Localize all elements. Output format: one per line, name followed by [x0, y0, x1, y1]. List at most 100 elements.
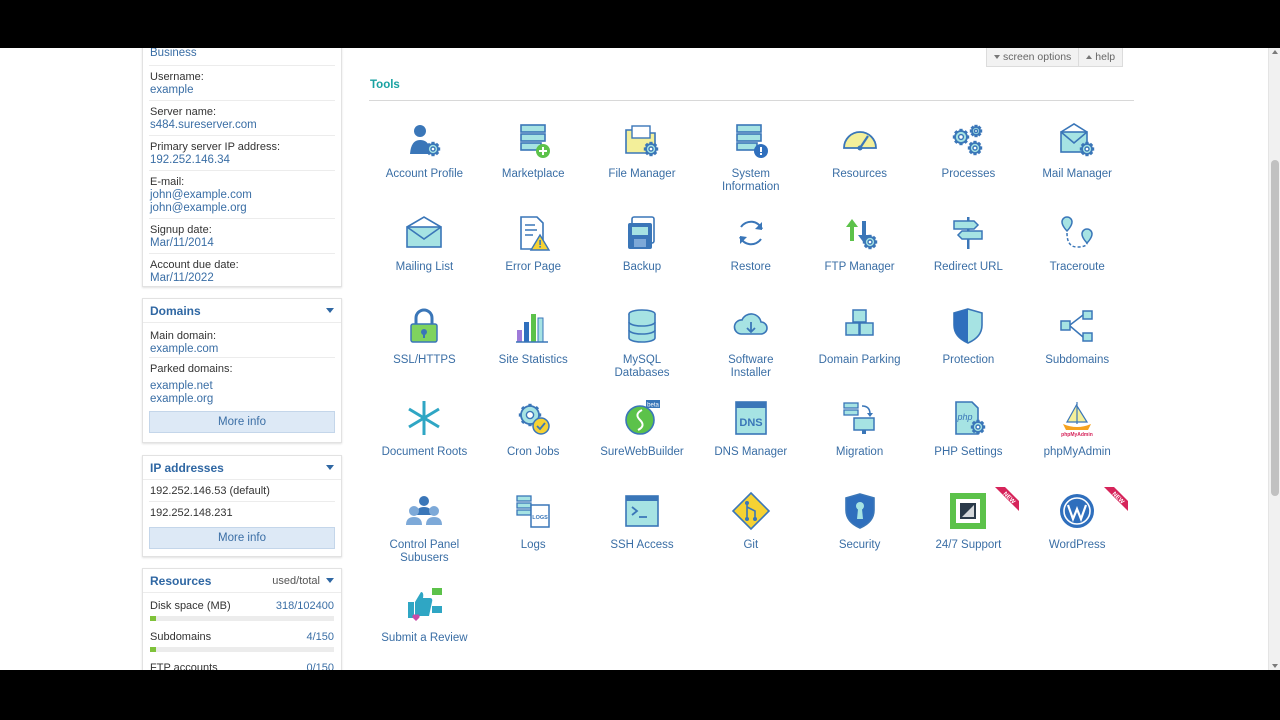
collapse-caret-icon[interactable]	[326, 578, 334, 583]
git-icon	[731, 491, 771, 531]
parked-domain-1: example.net	[150, 380, 213, 392]
tool-subdomains[interactable]: Subdomains	[1023, 306, 1132, 399]
primary-ip-value: 192.252.146.34	[150, 154, 230, 166]
mysql-database-icon	[622, 306, 662, 346]
tool-security[interactable]: Security	[805, 491, 914, 584]
tool-protection-shield[interactable]: Protection	[914, 306, 1023, 399]
tool-dns-manager[interactable]: DNS DNS Manager	[696, 398, 805, 491]
subusers-icon	[404, 491, 444, 531]
main-domain-field: Main domain: example.com	[143, 323, 341, 357]
tool-marketplace[interactable]: Marketplace	[479, 120, 588, 213]
tool-processes-gears[interactable]: Processes	[914, 120, 1023, 213]
tool-ssh-access[interactable]: SSH Access	[588, 491, 697, 584]
resource-row-subdomains: Subdomains 4/150	[143, 630, 341, 644]
collapse-caret-icon[interactable]	[326, 465, 334, 470]
resource-value: 318/102400	[275, 600, 334, 612]
main-domain-label: Main domain:	[150, 330, 217, 342]
tool-label: Redirect URL	[933, 260, 1003, 273]
tool-traceroute[interactable]: Traceroute	[1023, 213, 1132, 306]
tool-subusers[interactable]: Control Panel Subusers	[370, 491, 479, 584]
tool-label: Site Statistics	[498, 353, 568, 366]
ssh-access-icon	[622, 491, 662, 531]
email-value-2: john@example.org	[150, 202, 247, 214]
mailing-list-icon	[404, 213, 444, 253]
protection-shield-icon	[948, 306, 988, 346]
tool-label: phpMyAdmin	[1043, 446, 1111, 459]
tool-wordpress[interactable]: WordPress NEW	[1023, 487, 1132, 584]
tool-cron-jobs[interactable]: Cron Jobs	[479, 398, 588, 491]
tool-phpmyadmin[interactable]: phpMyAdmin phpMyAdmin	[1023, 398, 1132, 491]
tool-label: WordPress	[1048, 539, 1106, 552]
tool-software-installer[interactable]: Software Installer	[696, 306, 805, 399]
tool-mailing-list[interactable]: Mailing List	[370, 213, 479, 306]
domains-title: Domains	[150, 303, 201, 318]
file-manager-icon	[622, 120, 662, 160]
tools-title: Tools	[370, 79, 400, 91]
tool-surewebbuilder[interactable]: beta SureWebBuilder	[588, 398, 697, 491]
resources-title: Resources	[150, 573, 212, 588]
ip-row-2: 192.252.148.231	[150, 506, 233, 519]
error-page-icon	[513, 213, 553, 253]
due-date-field: Account due date: Mar/11/2022	[143, 254, 341, 288]
tool-redirect-url[interactable]: Redirect URL	[914, 213, 1023, 306]
tool-label: Restore	[730, 260, 771, 273]
scroll-down-icon[interactable]	[1272, 664, 1278, 668]
php-settings-icon: php	[948, 398, 988, 438]
tool-label: DNS Manager	[714, 446, 788, 459]
tool-mail-manager[interactable]: Mail Manager	[1023, 120, 1132, 213]
logs-icon: LOGS	[513, 491, 553, 531]
tool-label: Account Profile	[385, 168, 464, 180]
scrollbar-thumb[interactable]	[1271, 160, 1279, 496]
tool-migration[interactable]: Migration	[805, 398, 914, 491]
tool-mysql-database[interactable]: MySQL Databases	[588, 306, 697, 399]
processes-gears-icon	[948, 120, 988, 160]
tool-backup[interactable]: Backup	[588, 213, 697, 306]
tool-domain-parking[interactable]: Domain Parking	[805, 306, 914, 399]
ip-more-info-button[interactable]: More info	[149, 527, 335, 549]
tool-support[interactable]: 24/7 Support NEW	[914, 487, 1023, 584]
tool-ssl-lock[interactable]: SSL/HTTPS	[370, 306, 479, 399]
subdomains-usage-bar	[150, 647, 334, 652]
resource-label: Subdomains	[150, 631, 212, 643]
tool-ftp-manager[interactable]: FTP Manager	[805, 213, 914, 306]
domains-panel-header[interactable]: Domains	[143, 299, 341, 323]
tool-label: Resources	[832, 168, 888, 180]
tool-site-statistics[interactable]: Site Statistics	[479, 306, 588, 399]
screen-options-button[interactable]: screen options	[986, 48, 1080, 67]
username-field: Username: example	[143, 66, 341, 100]
resources-panel-header[interactable]: Resources used/total	[143, 569, 341, 593]
domains-more-info-button[interactable]: More info	[149, 411, 335, 433]
traceroute-icon	[1057, 213, 1097, 253]
tool-label: Security	[838, 539, 881, 552]
tool-php-settings[interactable]: php PHP Settings	[914, 398, 1023, 491]
backup-icon	[622, 213, 662, 253]
tool-document-roots[interactable]: Document Roots	[370, 398, 479, 491]
tool-account-profile[interactable]: Account Profile	[370, 120, 479, 213]
ip-panel-header[interactable]: IP addresses	[143, 456, 341, 480]
tool-submit-review[interactable]: Submit a Review	[370, 584, 479, 670]
account-profile-icon	[404, 120, 444, 160]
collapse-caret-icon[interactable]	[326, 308, 334, 313]
tools-grid: Account Profile Marketplace File Manager Sy…	[370, 120, 1132, 670]
system-information-icon	[731, 120, 771, 160]
tool-error-page[interactable]: Error Page	[479, 213, 588, 306]
tool-git[interactable]: Git	[696, 491, 805, 584]
screen-options-label: screen options	[1003, 51, 1072, 63]
wordpress-icon	[1057, 491, 1097, 531]
resources-gauge-icon	[840, 120, 880, 160]
email-field: E-mail: john@example.com john@example.or…	[143, 171, 341, 218]
tool-restore[interactable]: Restore	[696, 213, 805, 306]
main-viewport: Business Username: example Server name: …	[0, 48, 1280, 670]
tool-system-information[interactable]: System Information	[696, 120, 805, 213]
vertical-scrollbar[interactable]	[1268, 48, 1280, 670]
resource-row-disk: Disk space (MB) 318/102400	[143, 599, 341, 613]
parked-domain-2: example.org	[150, 393, 214, 405]
svg-text:php: php	[957, 412, 973, 422]
tool-file-manager[interactable]: File Manager	[588, 120, 697, 213]
help-button[interactable]: help	[1079, 48, 1124, 67]
plan-value: Business	[150, 48, 197, 59]
scroll-up-icon[interactable]	[1272, 50, 1278, 54]
tool-resources-gauge[interactable]: Resources	[805, 120, 914, 213]
subdomains-icon	[1057, 306, 1097, 346]
tool-logs[interactable]: LOGS Logs	[479, 491, 588, 584]
